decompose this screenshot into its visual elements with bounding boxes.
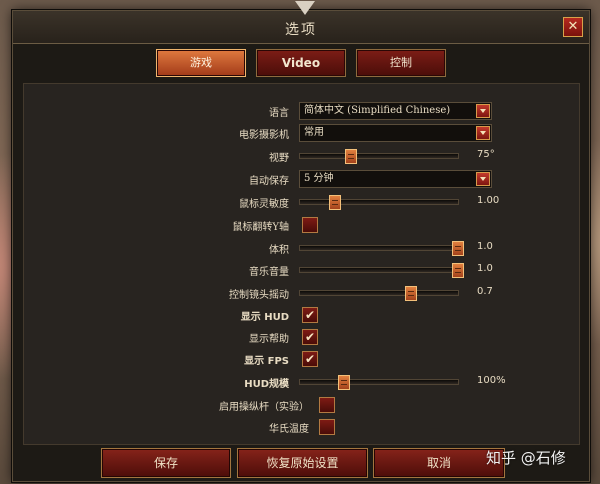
music-volume-value: 1.0 bbox=[477, 263, 493, 274]
chevron-down-icon[interactable] bbox=[476, 104, 490, 118]
tab-game[interactable]: 游戏 bbox=[156, 49, 246, 77]
fov-value: 75° bbox=[477, 149, 495, 160]
setting-language: 语言 简体中文 (Simplified Chinese) bbox=[24, 102, 579, 122]
options-dialog: 选项 ✕ 游戏 Video 控制 语言 简体中文 (Simplified Chi… bbox=[12, 1, 590, 482]
setting-show-hud: 显示 HUD ✔ bbox=[24, 306, 579, 326]
music-volume-slider[interactable] bbox=[299, 263, 464, 278]
language-value: 简体中文 (Simplified Chinese) bbox=[304, 105, 451, 116]
checkmark-icon: ✔ bbox=[304, 308, 316, 322]
close-button[interactable]: ✕ bbox=[563, 17, 583, 37]
mouse-sensitivity-value: 1.00 bbox=[477, 195, 500, 206]
joystick-label: 启用操纵杆（实验） bbox=[219, 402, 309, 413]
dialog-title: 选项 bbox=[285, 22, 317, 38]
slider-handle[interactable] bbox=[404, 286, 417, 301]
invert-y-checkbox[interactable] bbox=[302, 217, 318, 233]
fahrenheit-label: 华氏温度 bbox=[269, 424, 309, 435]
invert-y-label: 鼠标翻转Y轴 bbox=[232, 222, 289, 233]
hud-scale-value: 100% bbox=[477, 375, 506, 386]
volume-value: 1.0 bbox=[477, 241, 493, 252]
volume-slider[interactable] bbox=[299, 241, 464, 256]
setting-camera: 电影摄影机 常用 bbox=[24, 124, 579, 144]
show-help-label: 显示帮助 bbox=[249, 334, 289, 345]
restore-defaults-button[interactable]: 恢复原始设置 bbox=[237, 448, 368, 478]
chevron-down-icon[interactable] bbox=[476, 126, 490, 140]
watermark: 知乎 @石修 bbox=[486, 449, 566, 467]
camera-label: 电影摄影机 bbox=[239, 130, 289, 141]
setting-fov: 视野 75° bbox=[24, 147, 579, 167]
setting-autosave: 自动保存 5 分钟 bbox=[24, 170, 579, 190]
show-fps-label: 显示 FPS bbox=[244, 356, 289, 367]
camera-shake-label: 控制镜头摇动 bbox=[229, 290, 289, 301]
setting-music-volume: 音乐音量 1.0 bbox=[24, 261, 579, 281]
fahrenheit-checkbox[interactable] bbox=[319, 419, 335, 435]
chevron-down-icon[interactable] bbox=[476, 172, 490, 186]
setting-camera-shake: 控制镜头摇动 0.7 bbox=[24, 284, 579, 304]
tab-video[interactable]: Video bbox=[256, 49, 346, 77]
checkmark-icon: ✔ bbox=[304, 330, 316, 344]
setting-invert-y: 鼠标翻转Y轴 bbox=[24, 216, 579, 236]
show-hud-label: 显示 HUD bbox=[240, 312, 289, 323]
hud-scale-slider[interactable] bbox=[299, 375, 459, 390]
setting-fahrenheit: 华氏温度 bbox=[24, 418, 579, 438]
mouse-sensitivity-label: 鼠标灵敏度 bbox=[239, 199, 289, 210]
slider-handle[interactable] bbox=[452, 241, 464, 256]
camera-shake-value: 0.7 bbox=[477, 286, 493, 297]
tab-bar: 游戏 Video 控制 bbox=[13, 49, 589, 79]
close-icon: ✕ bbox=[567, 19, 579, 34]
language-label: 语言 bbox=[269, 108, 289, 119]
music-volume-label: 音乐音量 bbox=[249, 267, 289, 278]
volume-label: 体积 bbox=[269, 245, 289, 256]
camera-value: 常用 bbox=[304, 127, 324, 138]
fov-slider[interactable] bbox=[299, 149, 459, 164]
fov-label: 视野 bbox=[269, 153, 289, 164]
setting-show-fps: 显示 FPS ✔ bbox=[24, 350, 579, 370]
slider-handle[interactable] bbox=[344, 149, 357, 164]
autosave-dropdown[interactable]: 5 分钟 bbox=[299, 170, 492, 188]
slider-handle[interactable] bbox=[338, 375, 351, 390]
setting-hud-scale: HUD规模 100% bbox=[24, 373, 579, 393]
slider-handle[interactable] bbox=[328, 195, 341, 210]
slider-handle[interactable] bbox=[452, 263, 464, 278]
title-bar: 选项 ✕ bbox=[13, 1, 589, 44]
settings-panel: 语言 简体中文 (Simplified Chinese) 电影摄影机 常用 视野… bbox=[23, 83, 580, 445]
autosave-label: 自动保存 bbox=[249, 176, 289, 187]
setting-show-help: 显示帮助 ✔ bbox=[24, 328, 579, 348]
save-button[interactable]: 保存 bbox=[101, 448, 231, 478]
show-hud-checkbox[interactable]: ✔ bbox=[302, 307, 318, 323]
setting-mouse-sensitivity: 鼠标灵敏度 1.00 bbox=[24, 193, 579, 213]
autosave-value: 5 分钟 bbox=[304, 173, 334, 184]
camera-shake-slider[interactable] bbox=[299, 286, 459, 301]
tab-controls[interactable]: 控制 bbox=[356, 49, 446, 77]
checkmark-icon: ✔ bbox=[304, 352, 316, 366]
mouse-sensitivity-slider[interactable] bbox=[299, 195, 459, 210]
setting-joystick: 启用操纵杆（实验） bbox=[24, 396, 579, 416]
language-dropdown[interactable]: 简体中文 (Simplified Chinese) bbox=[299, 102, 492, 120]
camera-dropdown[interactable]: 常用 bbox=[299, 124, 492, 142]
joystick-checkbox[interactable] bbox=[319, 397, 335, 413]
hud-scale-label: HUD规模 bbox=[244, 379, 289, 390]
show-help-checkbox[interactable]: ✔ bbox=[302, 329, 318, 345]
show-fps-checkbox[interactable]: ✔ bbox=[302, 351, 318, 367]
setting-volume: 体积 1.0 bbox=[24, 239, 579, 259]
